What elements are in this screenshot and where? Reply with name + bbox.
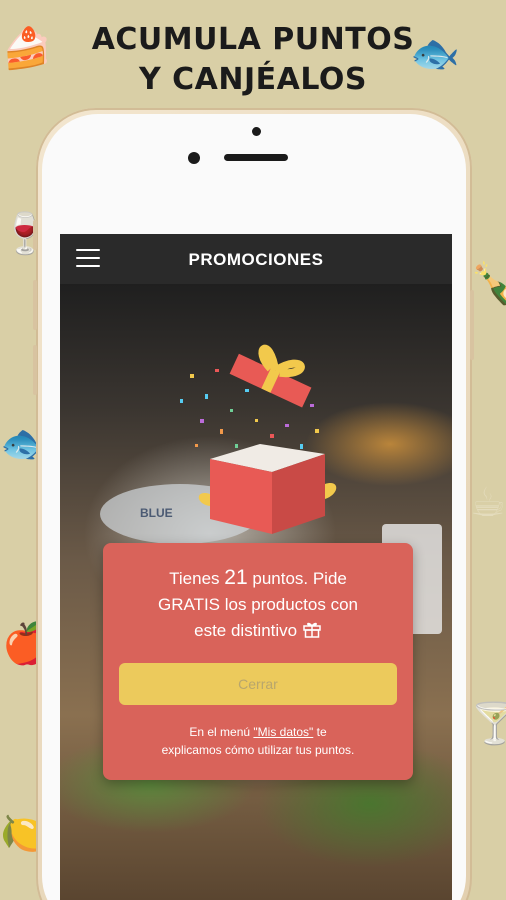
points-msg-prefix: Tienes <box>169 569 220 588</box>
points-help-text: En el menú "Mis datos" te explicamos cóm… <box>113 723 403 759</box>
points-count: 21 <box>224 566 248 589</box>
gift-lid <box>229 344 312 408</box>
gift-box <box>198 444 337 534</box>
app-bar: PROMOCIONES <box>60 234 452 284</box>
points-msg-line-3: este distintivo <box>194 621 298 640</box>
bottle-icon: 🍾 <box>470 261 506 307</box>
app-screen: PROMOCIONES BLUE Tienes 21 puntos. Pide … <box>60 234 452 900</box>
headline-line-1: ACUMULA PUNTOS <box>91 22 415 57</box>
headline: ACUMULA PUNTOS Y CANJÉALOS <box>0 20 506 100</box>
open-gift-box-illustration <box>180 344 337 534</box>
speaker-grille <box>224 154 288 161</box>
front-camera-icon <box>188 152 200 164</box>
help-suffix: te <box>316 725 327 739</box>
points-dialog: Tienes 21 puntos. Pide GRATIS los produc… <box>103 543 413 780</box>
mis-datos-link[interactable]: "Mis datos" <box>253 725 313 739</box>
cup-icon: ☕ <box>470 480 506 526</box>
page-title: PROMOCIONES <box>188 250 324 269</box>
close-button[interactable]: Cerrar <box>119 663 397 705</box>
gift-icon <box>303 622 321 638</box>
phone-volume-up <box>33 280 37 330</box>
camera-icon <box>252 127 261 136</box>
points-msg-suffix: puntos. Pide <box>252 569 347 588</box>
phone-power-button <box>470 290 474 360</box>
help-line-2: explicamos cómo utilizar tus puntos. <box>161 743 355 757</box>
points-message: Tienes 21 puntos. Pide GRATIS los produc… <box>113 565 403 644</box>
points-msg-line-2: GRATIS los productos con <box>158 595 358 614</box>
phone-side-button <box>33 220 37 250</box>
help-prefix: En el menú <box>189 725 251 739</box>
phone-volume-down <box>33 345 37 395</box>
headline-line-2: Y CANJÉALOS <box>138 62 368 97</box>
cocktail-icon: 🍸 <box>470 701 506 747</box>
